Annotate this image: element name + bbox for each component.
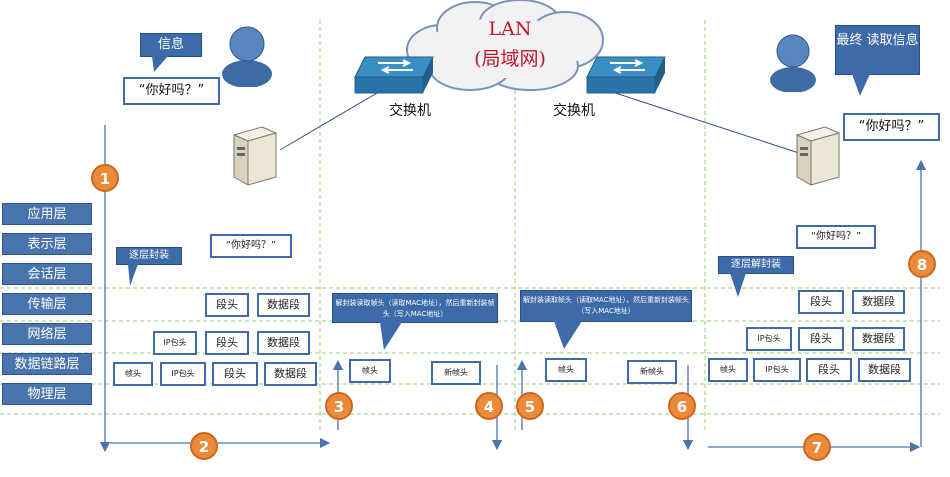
layer-application: 应用层	[2, 203, 92, 225]
user-icon	[222, 26, 272, 87]
step-4-badge: 4	[475, 392, 503, 420]
encap-callout: 逐层封装	[116, 247, 182, 265]
ip-header: IP包头	[753, 358, 801, 382]
ip-header: IP包头	[746, 327, 792, 351]
switch-icon	[354, 56, 434, 94]
layer-network: 网络层	[2, 323, 92, 345]
callout-pointer	[852, 74, 870, 96]
segment-header: 段头	[212, 362, 258, 386]
right-message: “你好吗？”	[843, 113, 940, 141]
callout-pointer	[554, 321, 582, 349]
data-segment: 数据段	[257, 293, 310, 317]
segment-header: 段头	[205, 331, 249, 355]
final-read-callout: 最终 读取信息	[835, 25, 920, 75]
callout-pointer	[380, 322, 402, 350]
step-6-badge: 6	[668, 392, 696, 420]
new-frame-header: 新帧头	[431, 361, 481, 385]
cloud-label-sub: (局域网)	[474, 48, 546, 70]
step-2-badge: 2	[190, 432, 218, 460]
step-8-badge: 8	[908, 250, 936, 278]
frame-header: 帧头	[113, 362, 153, 386]
layer-physical: 物理层	[2, 383, 92, 405]
info-callout: 信息	[140, 33, 202, 57]
segment-header: 段头	[798, 290, 844, 314]
switch-icon	[586, 56, 666, 94]
segment-header: 段头	[806, 358, 852, 382]
data-segment: 数据段	[852, 327, 905, 351]
layer-presentation: 表示层	[2, 233, 92, 255]
layer-datalink: 数据链路层	[2, 353, 92, 375]
step-3-badge: 3	[325, 392, 353, 420]
step-7-badge: 7	[803, 433, 831, 461]
server-icon	[232, 126, 278, 186]
frame-header: 帧头	[349, 359, 391, 383]
switch1-label: 交换机	[389, 103, 431, 119]
data-segment: 数据段	[264, 362, 317, 386]
callout-pointer	[152, 56, 168, 72]
step-5-badge: 5	[516, 392, 544, 420]
data-segment: 数据段	[852, 290, 905, 314]
user-icon	[770, 34, 816, 92]
presentation-message: “你好吗？”	[210, 234, 292, 258]
left-message: “你好吗？”	[123, 77, 220, 105]
data-segment: 数据段	[257, 331, 310, 355]
data-segment: 数据段	[858, 358, 911, 382]
callout-pointer	[128, 264, 138, 286]
switch2-label: 交换机	[553, 103, 595, 119]
cloud-label-lan: LAN	[488, 18, 532, 40]
new-frame-header: 新帧头	[627, 360, 677, 384]
ip-header: IP包头	[153, 331, 197, 355]
switch1-callout: 解封装读取帧头（读取MAC地址），然后重新封装帧头（写入MAC地址）	[332, 293, 498, 323]
layer-transport: 传输层	[2, 293, 92, 315]
server-icon	[795, 126, 841, 186]
layer-session: 会话层	[2, 263, 92, 285]
decap-callout: 逐层解封装	[718, 256, 794, 274]
presentation-message: “你好吗？”	[796, 225, 876, 249]
switch2-callout: 解封装读取帧头（读取MAC地址），然后重新封装帧头（写入MAC地址）	[520, 290, 692, 322]
frame-header: 帧头	[708, 358, 748, 382]
callout-pointer	[730, 273, 746, 297]
step-1-badge: 1	[91, 164, 119, 192]
segment-header: 段头	[205, 293, 249, 317]
segment-header: 段头	[798, 327, 844, 351]
ip-header: IP包头	[160, 362, 206, 386]
frame-header: 帧头	[545, 358, 587, 382]
